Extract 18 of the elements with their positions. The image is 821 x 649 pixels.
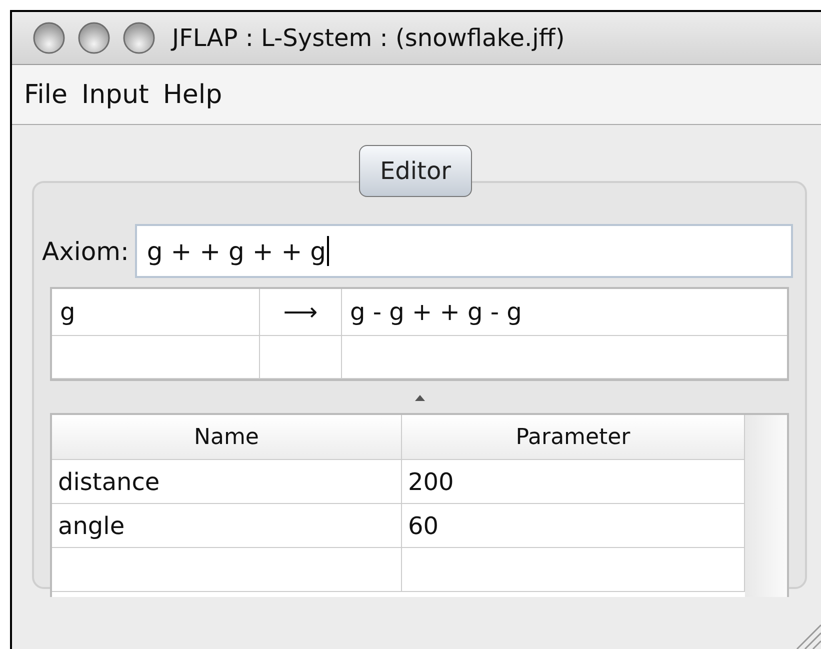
menu-item[interactable]: File (24, 80, 68, 110)
table-cell: g (52, 289, 260, 335)
axiom-label: Axiom: (42, 236, 129, 266)
table-cell: distance (52, 460, 402, 503)
column-header[interactable]: Name (52, 415, 402, 459)
table-cell: angle (52, 504, 402, 547)
axiom-field[interactable]: g + + g + + g (134, 224, 793, 278)
caret-icon[interactable] (414, 395, 424, 401)
window-control-icon[interactable] (122, 21, 156, 55)
menu-item[interactable]: Help (162, 80, 222, 110)
editor-tab[interactable]: Editor (358, 145, 472, 197)
menu-item[interactable]: Input (82, 80, 149, 110)
table-cell-text: g - g + + g - g (349, 297, 523, 328)
scroll-track[interactable] (745, 415, 787, 597)
table-cell: ⟶ (260, 289, 342, 335)
window-control-icon[interactable] (32, 21, 66, 55)
window-control-icon[interactable] (77, 21, 111, 55)
window-title: JFLAP : L-System : (snowflake.jff) (172, 24, 565, 52)
